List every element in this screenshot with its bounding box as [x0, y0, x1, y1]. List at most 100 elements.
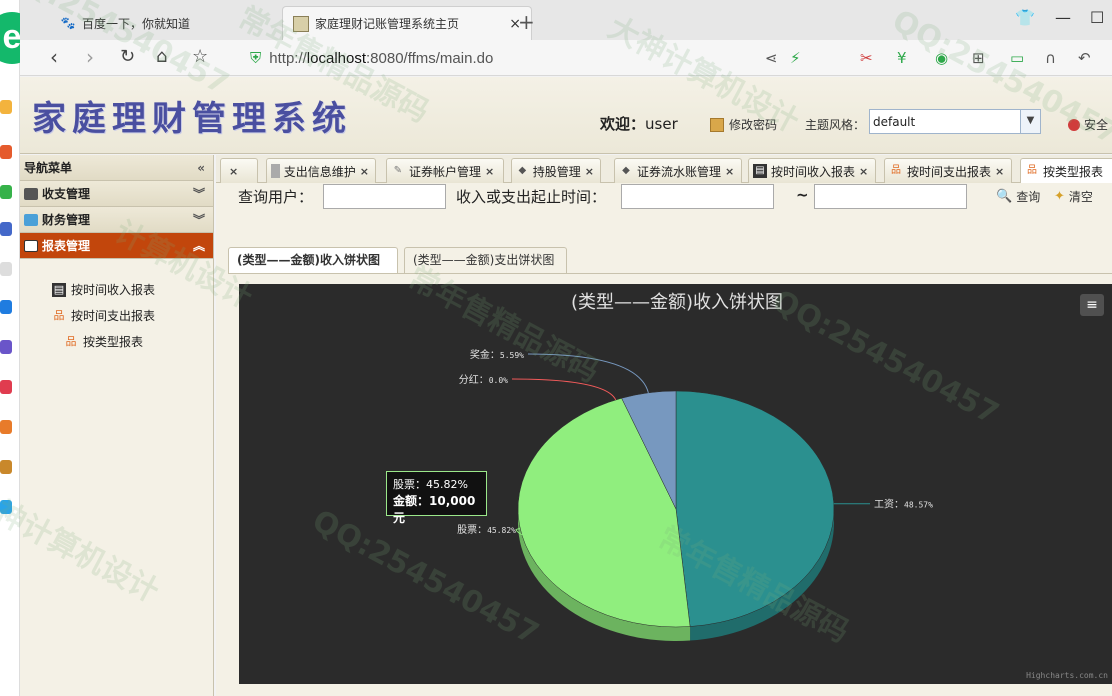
query-user-input[interactable]	[323, 184, 446, 209]
hierarchy-icon: 品	[65, 335, 77, 348]
launcher-app-icon[interactable]	[0, 380, 12, 394]
launcher-app-icon[interactable]	[0, 100, 12, 114]
chart-tooltip: 股票：45.82% 金额：10,000元	[386, 471, 487, 525]
tab-label: 按时间收入报表	[771, 164, 856, 179]
tooltip-line-percent: 股票：45.82%	[393, 478, 468, 491]
scissors-icon[interactable]: ✂	[860, 49, 873, 67]
chevron-up-icon: ︽	[192, 238, 205, 253]
content-tab-expense-by-time[interactable]: 品 按时间支出报表 ×	[884, 158, 1012, 183]
launcher-app-icon[interactable]	[0, 300, 12, 314]
close-tab-icon[interactable]: ×	[859, 165, 868, 178]
chevron-down-icon: ︾	[192, 186, 205, 201]
nav-item-label: 按类型报表	[83, 335, 144, 349]
nav-item-expense-by-time[interactable]: 品 按时间支出报表	[20, 303, 213, 329]
browser-tab-app[interactable]: 家庭理财记账管理系统主页 ×	[282, 6, 532, 40]
reload-icon[interactable]: ↻	[120, 46, 135, 68]
nav-group-finance[interactable]: 财务管理 ︾	[20, 207, 213, 233]
address-bar: ‹ › ↻ ⌂ ☆ ⛨ http:// localhost :8080/ffms…	[20, 40, 1112, 76]
clear-button[interactable]: ✦ 清空	[1054, 188, 1093, 205]
chart-menu-icon[interactable]: ≡	[1080, 294, 1104, 316]
browser-tab-strip: 🐾 百度一下，你就知道 家庭理财记账管理系统主页 × + 👕 — ☐	[20, 0, 1112, 40]
close-tab-icon[interactable]: ×	[585, 165, 594, 178]
headphones-icon[interactable]: ∩	[1045, 49, 1056, 67]
start-date-input[interactable]	[621, 184, 774, 209]
nav-group-label: 报表管理	[42, 238, 91, 253]
report-icon: ▤	[52, 283, 66, 297]
tab-expense-pie[interactable]: (类型——金额)支出饼状图	[404, 247, 567, 273]
pie-slice-工资[interactable]	[675, 390, 835, 627]
end-date-input[interactable]	[814, 184, 967, 209]
change-password-label: 修改密码	[729, 118, 778, 132]
browser-tab-baidu[interactable]: 🐾 百度一下，你就知道	[50, 6, 280, 40]
nav-item-income-by-time[interactable]: ▤ 按时间收入报表	[20, 277, 213, 303]
tab-icon	[271, 164, 280, 178]
theme-value: default	[873, 114, 916, 129]
wechat-icon[interactable]: ◉	[935, 49, 948, 67]
coin-icon[interactable]: ¥	[897, 49, 907, 67]
report-icon: ▤	[753, 164, 767, 178]
search-button[interactable]: 🔍 查询	[996, 188, 1040, 205]
change-password-link[interactable]: 修改密码	[710, 116, 777, 133]
minimize-icon[interactable]: —	[1055, 8, 1071, 27]
launcher-app-icon[interactable]	[0, 145, 12, 159]
content-tab-holdings[interactable]: ◆ 持股管理 ×	[511, 158, 601, 183]
close-tab-icon[interactable]: ×	[725, 165, 734, 178]
lightning-icon[interactable]: ⚡	[790, 49, 801, 67]
forward-icon[interactable]: ›	[86, 46, 94, 68]
close-tab-icon[interactable]: ×	[485, 165, 494, 178]
pie-connector	[527, 353, 649, 393]
launcher-app-icon[interactable]	[0, 460, 12, 474]
nav-menu-title: 导航菜单 «	[20, 155, 213, 181]
nav-item-by-type[interactable]: 品 按类型报表	[20, 329, 213, 355]
back-icon[interactable]: ‹	[50, 46, 58, 68]
maximize-icon[interactable]: ☐	[1090, 8, 1104, 27]
launcher-app-icon[interactable]	[0, 262, 12, 276]
tooltip-line-amount: 金额：10,000元	[393, 494, 476, 525]
content-tab-first[interactable]: ×	[220, 158, 258, 183]
pie-connector	[511, 378, 617, 401]
nav-group-income-expense[interactable]: 收支管理 ︾	[20, 181, 213, 207]
safety-link[interactable]: 安全	[1068, 116, 1108, 133]
content-tab-income-by-time[interactable]: ▤ 按时间收入报表 ×	[748, 158, 876, 183]
pie-label: 奖金：5.59%	[470, 348, 524, 361]
launcher-app-icon[interactable]	[0, 222, 12, 236]
close-tab-icon[interactable]: ×	[360, 165, 369, 178]
home-icon[interactable]: ⌂	[156, 46, 167, 68]
app-header: 家庭理财管理系统 欢迎：user 修改密码 主题风格： default ▼ 安全	[20, 77, 1112, 154]
content-tab-securities-flow[interactable]: ◆ 证券流水账管理 ×	[614, 158, 742, 183]
launcher-app-icon[interactable]	[0, 500, 12, 514]
nav-item-label: 按时间支出报表	[71, 309, 156, 323]
chart-icon	[24, 239, 38, 252]
url-field[interactable]: ⛨ http:// localhost :8080/ffms/main.do	[250, 44, 750, 72]
content-tab-expense-maint[interactable]: 支出信息维护 ×	[266, 158, 376, 183]
undo-icon[interactable]: ↶	[1078, 49, 1091, 67]
launcher-app-icon[interactable]	[0, 340, 12, 354]
battery-icon[interactable]: ▭	[1010, 49, 1024, 67]
new-tab-button[interactable]: +	[518, 10, 535, 34]
tab-label: 支出信息维护	[283, 164, 356, 179]
chart-title: (类型——金额)收入饼状图	[571, 292, 783, 313]
share-icon[interactable]: ⋖	[765, 49, 778, 67]
collapse-left-icon[interactable]: «	[197, 155, 205, 181]
content-tab-by-type[interactable]: 品 按类型报表	[1020, 158, 1112, 183]
nav-group-label: 财务管理	[42, 212, 91, 227]
chevron-down-icon[interactable]: ▼	[1020, 110, 1040, 133]
tab-label: 持股管理	[532, 164, 581, 179]
pie-label: 工资：48.57%	[874, 499, 933, 511]
tab-income-pie[interactable]: (类型——金额)收入饼状图	[228, 247, 398, 273]
launcher-app-icon[interactable]	[0, 420, 12, 434]
nav-menu: 导航菜单 « 收支管理 ︾ 财务管理 ︾ 报表管理 ︽ ▤ 按时间收入报表 品 …	[20, 155, 214, 696]
content-tab-securities-account[interactable]: ✎ 证券帐户管理 ×	[386, 158, 504, 183]
browser-tab-title: 家庭理财记账管理系统主页	[315, 17, 460, 31]
close-tab-icon[interactable]: ×	[229, 165, 238, 178]
launcher-app-icon[interactable]	[0, 185, 12, 199]
skin-icon[interactable]: 👕	[1015, 8, 1035, 27]
close-tab-icon[interactable]: ×	[995, 165, 1004, 178]
nav-group-label: 收支管理	[42, 186, 91, 201]
tab-icon: ◆	[622, 165, 630, 176]
nav-group-reports[interactable]: 报表管理 ︽	[20, 233, 213, 259]
bookmark-star-icon[interactable]: ☆	[192, 46, 208, 68]
query-user-label: 查询用户：	[238, 188, 314, 206]
theme-select[interactable]: default ▼	[869, 109, 1041, 134]
apps-grid-icon[interactable]: ⊞	[972, 49, 985, 67]
